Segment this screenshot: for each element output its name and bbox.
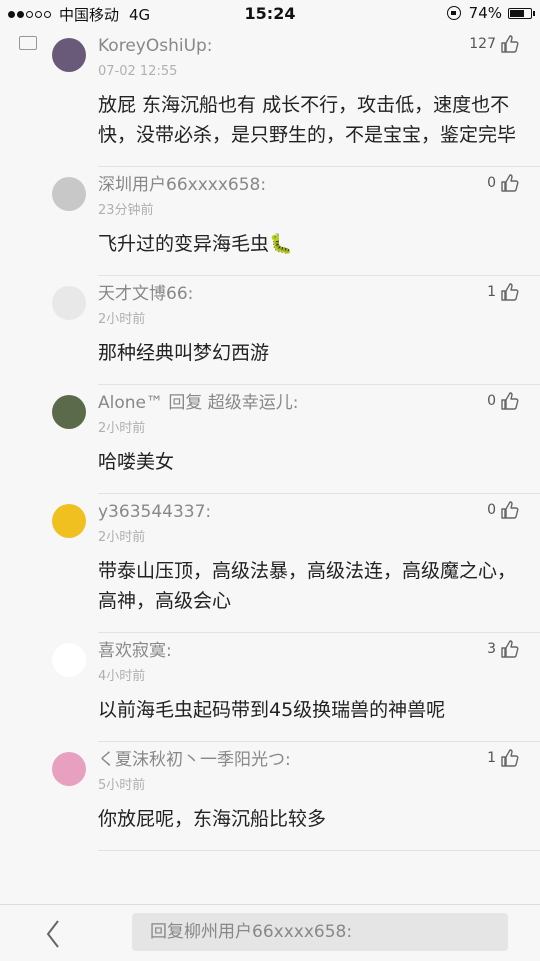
comment-timestamp: 2小时前 (98, 530, 146, 545)
like-count: 0 (487, 393, 496, 409)
comment-username[interactable]: y363544337: (98, 494, 540, 524)
like-button[interactable]: 0 (487, 173, 520, 193)
like-button[interactable]: 0 (487, 391, 520, 411)
like-count: 0 (487, 175, 496, 191)
thumbs-up-icon (501, 392, 519, 410)
comment-timestamp: 2小时前 (98, 421, 146, 436)
like-count: 127 (469, 36, 496, 52)
like-button[interactable]: 1 (487, 282, 520, 302)
back-button[interactable] (42, 917, 66, 951)
like-button[interactable]: 1 (487, 748, 520, 768)
comment-timestamp: 4小时前 (98, 669, 146, 684)
bottom-bar: 回复柳州用户66xxxx658: (0, 904, 540, 961)
comment-item[interactable]: y363544337: 2小时前带泰山压顶，高级法暴，高级法连，高级魔之心，高神，… (52, 494, 540, 633)
rotation-lock-icon (446, 6, 461, 20)
comment-timestamp: 5小时前 (98, 778, 146, 793)
like-count: 1 (487, 284, 496, 300)
like-button[interactable]: 3 (487, 639, 520, 659)
thumbs-up-icon (501, 174, 519, 192)
thumbs-up-icon (501, 501, 519, 519)
comment-timestamp: 07-02 12:55 (98, 64, 178, 79)
comment-text: 带泰山压顶，高级法暴，高级法连，高级魔之心，高神，高级会心 (98, 560, 517, 612)
like-button[interactable]: 127 (469, 34, 520, 54)
reply-input[interactable]: 回复柳州用户66xxxx658: (132, 913, 508, 951)
thumbs-up-icon (501, 35, 519, 53)
comment-text: 放屁 东海沉船也有 成长不行，攻击低，速度也不快，没带必杀，是只野生的，不是宝宝… (98, 94, 517, 146)
comment-username[interactable]: く夏沫秋初丶一季阳光つ: (98, 742, 540, 772)
comment-text: 以前海毛虫起码带到45级换瑞兽的神兽呢 (98, 699, 446, 721)
comment-username[interactable]: 喜欢寂寞: (98, 633, 540, 663)
like-count: 1 (487, 750, 496, 766)
like-button[interactable]: 0 (487, 500, 520, 520)
like-count: 3 (487, 641, 496, 657)
avatar[interactable] (52, 752, 86, 786)
comment-text: 飞升过的变异海毛虫🐛 (98, 233, 293, 255)
like-count: 0 (487, 502, 496, 518)
thumbs-up-icon (501, 749, 519, 767)
comment-list: KoreyOshiUp: 07-02 12:55 放屁 东海沉船也有 成长不行，攻击… (0, 28, 540, 851)
avatar[interactable] (52, 286, 86, 320)
comment-item[interactable]: 喜欢寂寞: 4小时前以前海毛虫起码带到45级换瑞兽的神兽呢 3 (52, 633, 540, 742)
comment-item[interactable]: く夏沫秋初丶一季阳光つ: 5小时前你放屁呢，东海沉船比较多 1 (52, 742, 540, 851)
avatar[interactable] (52, 395, 86, 429)
comment-text: 你放屁呢，东海沉船比较多 (98, 808, 327, 830)
comment-item[interactable]: Alone™ 回复 超级幸运儿: 2小时前哈喽美女 0 (52, 385, 540, 494)
comment-timestamp: 2小时前 (98, 312, 146, 327)
avatar[interactable] (52, 504, 86, 538)
comment-timestamp: 23分钟前 (98, 203, 154, 218)
comment-item[interactable]: 深圳用户66xxxx658: 23分钟前飞升过的变异海毛虫🐛 0 (52, 167, 540, 276)
comment-username[interactable]: Alone™ 回复 超级幸运儿: (98, 385, 540, 415)
status-bar: 中国移动 4G 15:24 74% (0, 0, 540, 28)
thumbs-up-icon (501, 283, 519, 301)
comment-text: 那种经典叫梦幻西游 (98, 342, 270, 364)
comment-text: 哈喽美女 (98, 451, 175, 473)
thumbs-up-icon (501, 640, 519, 658)
chevron-left-icon (46, 920, 59, 948)
avatar[interactable] (52, 177, 86, 211)
comment-username[interactable]: 天才文博66: (98, 276, 540, 306)
avatar[interactable] (52, 643, 86, 677)
comment-item[interactable]: 天才文博66: 2小时前那种经典叫梦幻西游 1 (52, 276, 540, 385)
comment-username[interactable]: 深圳用户66xxxx658: (98, 167, 540, 197)
battery-percent: 74% (468, 4, 502, 22)
status-right: 74% (446, 4, 535, 22)
comment-item[interactable]: KoreyOshiUp: 07-02 12:55 放屁 东海沉船也有 成长不行，攻击… (52, 28, 540, 167)
battery-icon (508, 7, 535, 19)
avatar[interactable] (52, 38, 86, 72)
